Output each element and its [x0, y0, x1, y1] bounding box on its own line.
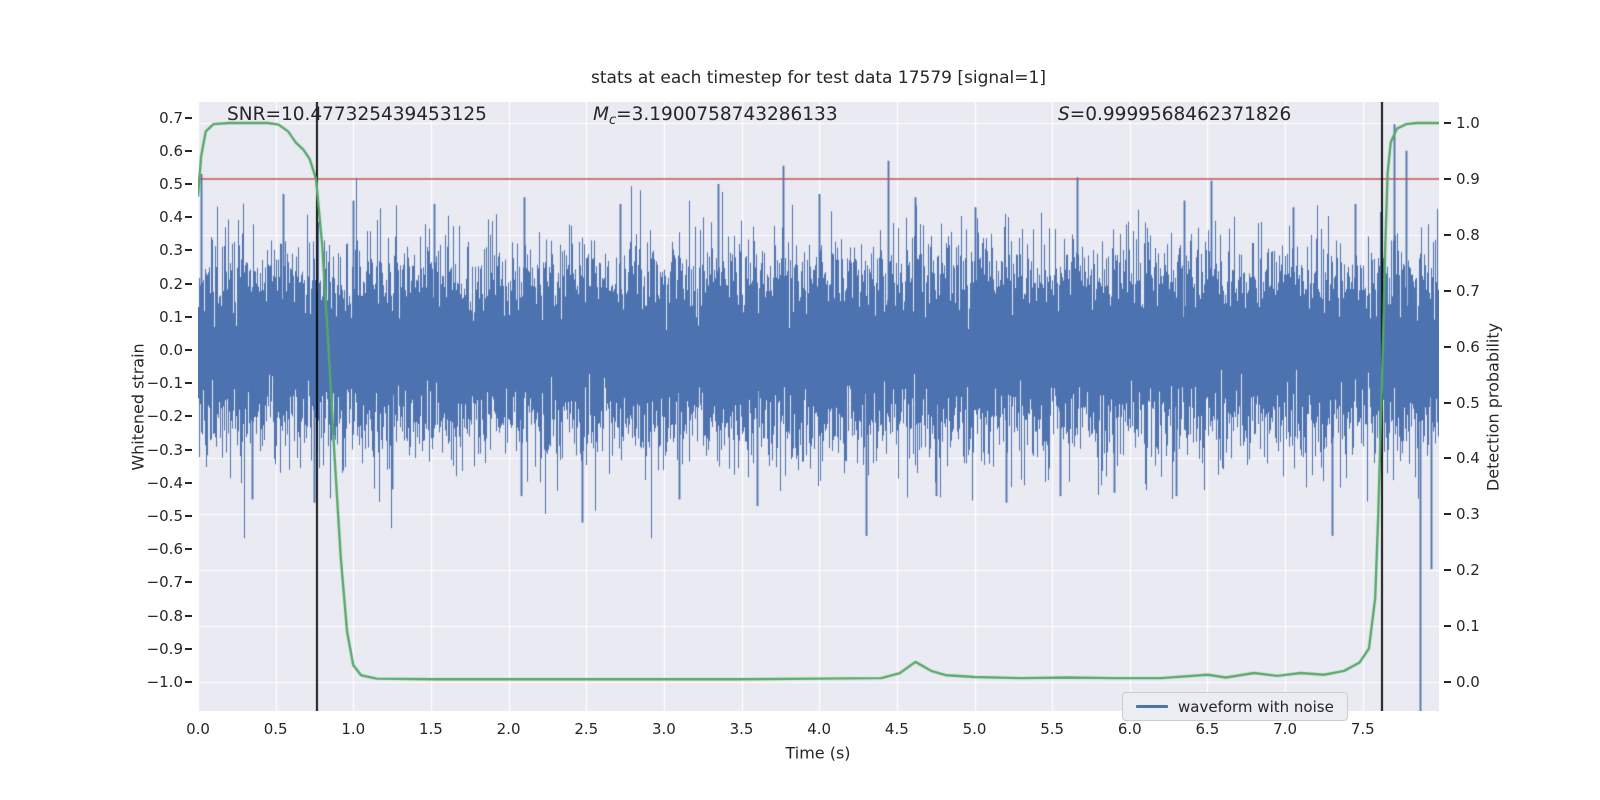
figure: stats at each timestep for test data 175…	[0, 0, 1600, 800]
y-tick-label-right: 0.0	[1456, 673, 1480, 691]
y-axis-left-label: Whitened strain	[128, 343, 148, 471]
y-tick-mark-left	[185, 647, 192, 650]
x-tick-label: 3.0	[651, 720, 676, 738]
annotation-mc-value: =3.1900758743286133	[616, 104, 838, 125]
y-tick-label-left: −0.5	[146, 507, 183, 525]
y-tick-label-left: 0.5	[159, 175, 183, 193]
y-tick-mark-right	[1444, 233, 1451, 236]
y-tick-mark-left	[185, 614, 192, 617]
y-tick-label-right: 0.8	[1456, 225, 1480, 244]
y-tick-label-left: 0.4	[159, 208, 183, 227]
y-tick-mark-left	[185, 548, 192, 551]
y-tick-label-right: 0.7	[1456, 281, 1480, 300]
plot-canvas	[198, 102, 1439, 711]
y-tick-mark-right	[1444, 401, 1451, 404]
y-tick-label-left: −0.7	[146, 573, 183, 592]
legend-line-sample	[1136, 705, 1168, 708]
x-tick-label: 2.5	[574, 720, 599, 738]
y-tick-label-left: −0.8	[146, 606, 183, 625]
y-tick-label-right: 0.1	[1456, 617, 1480, 636]
y-tick-mark-right	[1444, 289, 1451, 292]
y-tick-label-left: 0.1	[159, 307, 183, 326]
x-tick-label: 7.0	[1273, 720, 1298, 738]
x-axis-label: Time (s)	[785, 743, 851, 763]
y-tick-mark-right	[1444, 122, 1451, 124]
annotation-s-value: =0.9999568462371826	[1069, 104, 1292, 125]
y-tick-mark-left	[185, 382, 192, 385]
x-tick-label: 6.0	[1117, 720, 1142, 738]
x-tick-label: 4.5	[884, 720, 909, 738]
x-tick-label: 6.5	[1195, 720, 1220, 738]
y-tick-label-right: 0.3	[1456, 505, 1480, 524]
y-tick-mark-left	[185, 481, 192, 484]
y-tick-label-right: 0.2	[1456, 561, 1480, 580]
y-tick-label-left: −0.4	[146, 473, 183, 492]
y-tick-mark-left	[185, 448, 192, 451]
legend: waveform with noise	[1122, 692, 1348, 721]
annotation-mc-label: M	[593, 104, 609, 125]
x-tick-label: 5.5	[1040, 720, 1065, 738]
y-tick-mark-left	[185, 249, 192, 252]
y-tick-mark-left	[185, 282, 192, 285]
y-tick-mark-right	[1444, 457, 1451, 460]
y-tick-mark-left	[185, 149, 192, 152]
x-tick-label: 3.5	[729, 720, 754, 738]
y-tick-label-left: −0.9	[146, 639, 183, 658]
x-tick-label: 1.0	[341, 720, 366, 738]
y-tick-mark-right	[1444, 681, 1451, 683]
y-tick-mark-right	[1444, 625, 1451, 628]
x-tick-label: 7.5	[1350, 720, 1375, 738]
y-tick-mark-right	[1444, 177, 1451, 180]
y-tick-mark-left	[185, 581, 192, 584]
y-tick-label-left: 0.6	[159, 141, 183, 160]
x-tick-label: 2.0	[496, 720, 521, 738]
annotation-s: S=0.9999568462371826	[1058, 104, 1291, 125]
y-axis-right-label: Detection probability	[1483, 322, 1503, 492]
x-tick-label: 0.5	[263, 720, 288, 738]
annotation-s-label: S	[1058, 104, 1070, 125]
y-tick-mark-left	[185, 315, 192, 318]
y-tick-mark-right	[1444, 513, 1451, 516]
annotation-snr-value: =10.477325439453125	[265, 104, 487, 125]
y-tick-label-left: 0.7	[159, 108, 183, 127]
y-tick-mark-left	[185, 349, 192, 351]
y-tick-mark-left	[185, 681, 192, 683]
annotation-snr: SNR=10.477325439453125	[227, 104, 487, 125]
legend-label: waveform with noise	[1178, 697, 1334, 716]
annotation-snr-label: SNR	[227, 104, 266, 125]
y-tick-mark-right	[1444, 345, 1451, 348]
y-tick-label-left: 0.3	[159, 241, 183, 260]
y-tick-label-left: 0.2	[159, 274, 183, 293]
x-tick-label: 0.0	[186, 720, 210, 738]
y-tick-mark-left	[185, 216, 192, 219]
y-tick-label-left: −1.0	[146, 673, 183, 691]
x-tick-label: 4.0	[807, 720, 832, 738]
x-tick-label: 1.5	[419, 720, 443, 738]
y-tick-label-left: −0.6	[146, 540, 183, 559]
y-tick-mark-left	[185, 515, 192, 517]
y-tick-mark-left	[185, 415, 192, 418]
annotation-mc: Mc=3.1900758743286133	[593, 104, 838, 128]
y-tick-mark-left	[185, 116, 192, 119]
x-tick-label: 5.0	[962, 720, 987, 738]
y-tick-label-right: 1.0	[1456, 114, 1480, 132]
y-tick-mark-left	[185, 183, 192, 185]
y-tick-mark-right	[1444, 569, 1451, 572]
y-tick-label-right: 0.9	[1456, 169, 1480, 188]
chart-title: stats at each timestep for test data 175…	[591, 68, 1046, 88]
